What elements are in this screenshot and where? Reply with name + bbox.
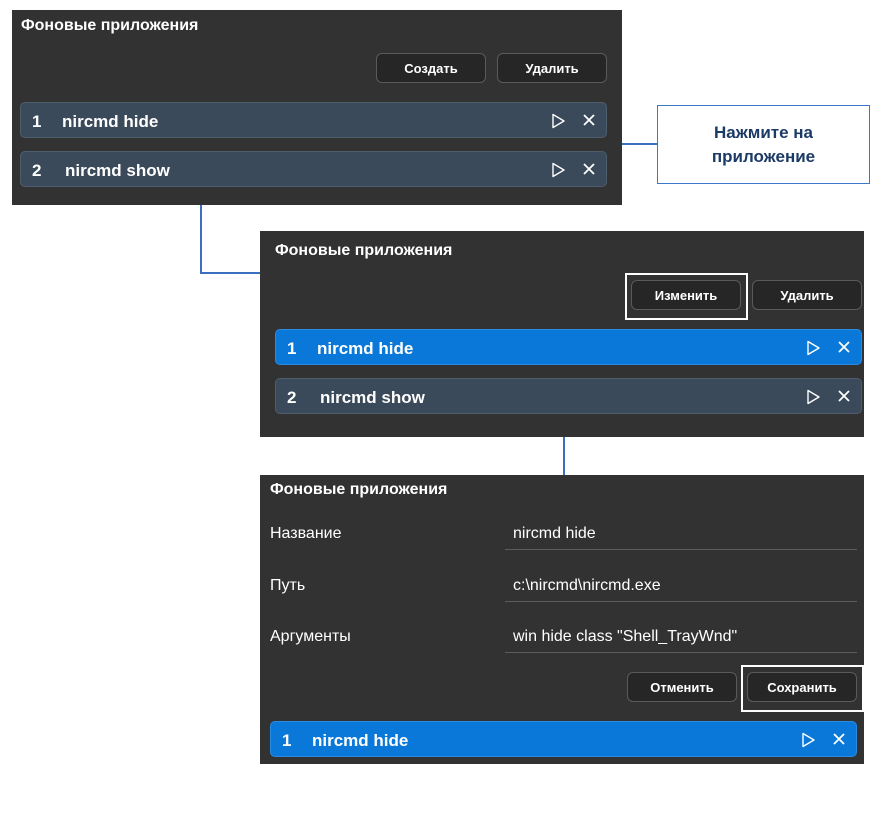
name-field-underline bbox=[505, 549, 857, 550]
row-number: 2 bbox=[287, 388, 297, 407]
name-field[interactable]: nircmd hide bbox=[513, 525, 596, 543]
delete-button[interactable]: Удалить bbox=[497, 53, 607, 83]
row-number: 1 bbox=[287, 339, 297, 358]
cancel-button[interactable]: Отменить bbox=[627, 672, 737, 702]
create-button[interactable]: Создать bbox=[376, 53, 486, 83]
background-apps-panel-3: Фоновые приложения Название nircmd hide … bbox=[260, 475, 864, 764]
close-icon[interactable] bbox=[582, 113, 596, 127]
path-label: Путь bbox=[270, 577, 306, 594]
arguments-field-underline bbox=[505, 652, 857, 653]
arguments-field[interactable]: win hide class "Shell_TrayWnd" bbox=[513, 628, 737, 646]
close-icon[interactable] bbox=[832, 732, 846, 746]
path-field[interactable]: c:\nircmd\nircmd.exe bbox=[513, 577, 661, 595]
play-icon[interactable] bbox=[550, 162, 566, 178]
row-name: nircmd hide bbox=[317, 339, 414, 358]
panel-title: Фоновые приложения bbox=[270, 481, 448, 498]
callout-line2: приложение bbox=[711, 147, 816, 166]
panel-title: Фоновые приложения bbox=[21, 17, 199, 34]
panel-title: Фоновые приложения bbox=[275, 242, 453, 259]
close-icon[interactable] bbox=[582, 162, 596, 176]
callout-line1: Нажмите на bbox=[713, 123, 814, 142]
app-row-2[interactable]: 2 nircmd show bbox=[20, 151, 607, 187]
play-icon[interactable] bbox=[805, 389, 821, 405]
delete-button[interactable]: Удалить bbox=[752, 280, 862, 310]
close-icon[interactable] bbox=[837, 389, 851, 403]
row-name: nircmd show bbox=[65, 161, 170, 180]
background-apps-panel-2: Фоновые приложения Изменить Удалить 1 ni… bbox=[260, 231, 864, 437]
row-number: 1 bbox=[32, 112, 42, 131]
save-button[interactable]: Сохранить bbox=[747, 672, 857, 702]
background-apps-panel-1: Фоновые приложения Создать Удалить 1 nir… bbox=[12, 10, 622, 205]
connector-line bbox=[200, 272, 260, 274]
path-field-underline bbox=[505, 601, 857, 602]
app-row-1-selected[interactable]: 1 nircmd hide bbox=[270, 721, 857, 757]
instruction-callout: Нажмите на приложение bbox=[657, 105, 870, 184]
play-icon[interactable] bbox=[805, 340, 821, 356]
connector-line bbox=[563, 437, 565, 475]
close-icon[interactable] bbox=[837, 340, 851, 354]
row-name: nircmd hide bbox=[312, 731, 409, 750]
play-icon[interactable] bbox=[800, 732, 816, 748]
row-number: 1 bbox=[282, 731, 292, 750]
app-row-1-selected[interactable]: 1 nircmd hide bbox=[275, 329, 862, 365]
app-row-2[interactable]: 2 nircmd show bbox=[275, 378, 862, 414]
name-label: Название bbox=[270, 525, 342, 542]
edit-button[interactable]: Изменить bbox=[631, 280, 741, 310]
play-icon[interactable] bbox=[550, 113, 566, 129]
connector-line bbox=[200, 205, 202, 273]
row-name: nircmd hide bbox=[62, 112, 159, 131]
row-name: nircmd show bbox=[320, 388, 425, 407]
row-number: 2 bbox=[32, 161, 42, 180]
app-row-1[interactable]: 1 nircmd hide bbox=[20, 102, 607, 138]
arguments-label: Аргументы bbox=[270, 628, 351, 645]
connector-line bbox=[622, 143, 658, 145]
